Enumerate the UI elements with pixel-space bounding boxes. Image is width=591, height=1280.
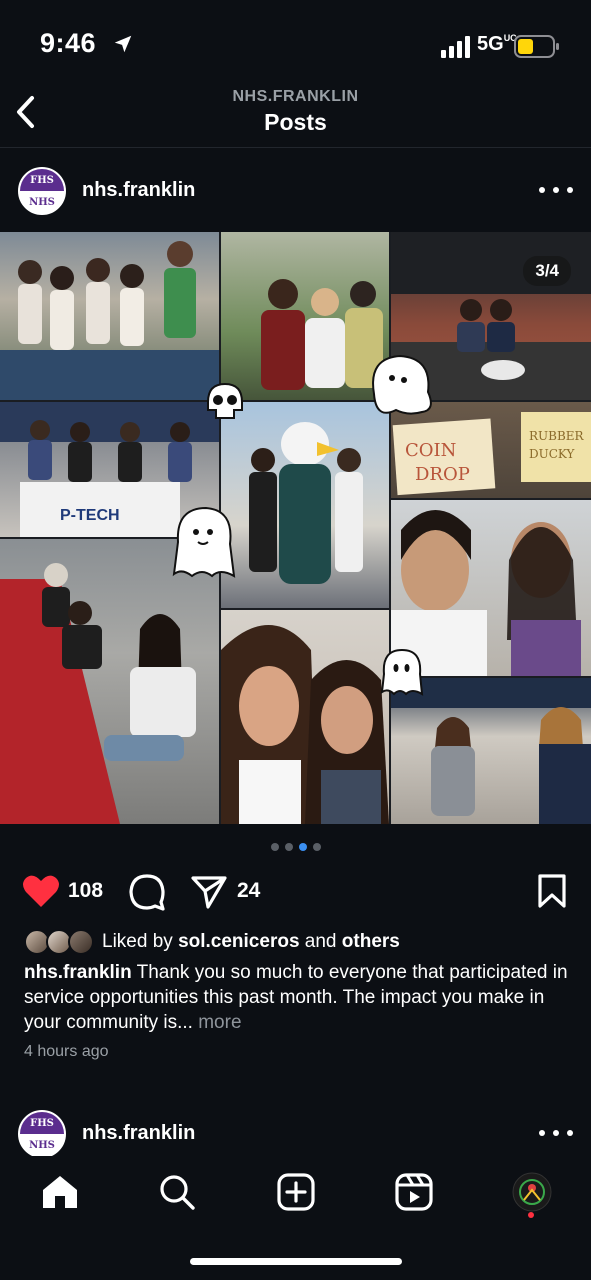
reels-icon (395, 1173, 433, 1211)
liked-by-prefix: Liked by (102, 931, 173, 952)
plus-square-icon (277, 1173, 315, 1211)
friends-selfie-illustration (221, 625, 389, 824)
page-subtitle: NHS.FRANKLIN (232, 88, 359, 105)
group-photo-illustration (0, 241, 219, 400)
svg-text:DUCKY: DUCKY (529, 447, 576, 461)
skull-sticker-icon (207, 382, 243, 419)
volunteers-photo-illustration (391, 678, 591, 824)
carousel-dot (284, 843, 293, 851)
tab-reels[interactable] (392, 1170, 436, 1214)
svg-text:P-TECH: P-TECH (60, 507, 120, 524)
search-icon (160, 1175, 195, 1210)
post-header: FHS NHS nhs.franklin (0, 160, 591, 222)
collage-photo (221, 610, 389, 824)
post-timestamp: 4 hours ago (24, 1043, 109, 1060)
status-bar: 9:46 5GUC (0, 0, 591, 90)
heart-icon[interactable] (22, 874, 60, 908)
cellular-signal-icon (441, 36, 470, 58)
ghost-sticker-icon (372, 354, 432, 415)
dot-icon (539, 1130, 545, 1136)
more-options-button[interactable] (539, 178, 573, 202)
carousel-dot-active (298, 843, 307, 851)
ghost-sticker-icon (380, 648, 424, 696)
home-icon (43, 1176, 77, 1208)
tab-search[interactable] (155, 1170, 199, 1214)
ghost-sticker-icon (172, 506, 236, 578)
tab-home[interactable] (38, 1170, 82, 1214)
tab-create[interactable] (274, 1170, 318, 1214)
svg-text:DROP: DROP (415, 464, 470, 485)
like-count[interactable]: 108 (68, 879, 103, 903)
notification-dot (528, 1212, 534, 1218)
post-actions: 108 24 (0, 868, 591, 914)
network-label: 5GUC (477, 33, 517, 56)
post-image-carousel[interactable]: 3/4 P-TECH COIN DROP RUBBER DUCKY (0, 232, 591, 824)
dot-icon (539, 187, 545, 193)
comment-icon[interactable] (128, 873, 166, 911)
home-indicator[interactable] (190, 1258, 402, 1265)
avatar-top-text: FHS (20, 1112, 64, 1134)
next-post-more-button[interactable] (539, 1121, 573, 1145)
location-arrow-icon (114, 35, 132, 53)
post-avatar[interactable]: FHS NHS (18, 167, 66, 215)
svg-text:COIN: COIN (405, 440, 456, 461)
avatar-top-text: FHS (20, 169, 64, 191)
dot-icon (567, 1130, 573, 1136)
bookmark-icon[interactable] (537, 873, 567, 909)
paper-plane-icon[interactable] (190, 874, 228, 910)
carousel-dot (312, 843, 321, 851)
carousel-dots (0, 843, 591, 851)
liker-avatar (68, 929, 94, 955)
liked-by-text: Liked by sol.ceniceros and others (102, 931, 400, 953)
page-title: Posts (264, 109, 327, 135)
slide-counter: 3/4 (523, 256, 571, 286)
avatar-bottom-text: NHS (20, 1134, 64, 1156)
status-time: 9:46 (40, 28, 97, 58)
liked-by-avatars (24, 929, 96, 955)
dot-icon (567, 187, 573, 193)
dot-icon (553, 1130, 559, 1136)
caption-username[interactable]: nhs.franklin (24, 962, 132, 983)
liked-by-others[interactable]: others (342, 931, 400, 952)
liked-by-and: and (304, 931, 337, 952)
battery-icon (514, 35, 559, 58)
dot-icon (553, 187, 559, 193)
share-count[interactable]: 24 (237, 879, 260, 903)
next-post-avatar[interactable]: FHS NHS (18, 1110, 66, 1158)
avatar-bottom-text: NHS (20, 191, 64, 213)
post-username[interactable]: nhs.franklin (82, 179, 195, 202)
liked-by-user[interactable]: sol.ceniceros (178, 931, 299, 952)
post-caption: nhs.franklin Thank you so much to everyo… (24, 960, 569, 1035)
nav-header: NHS.FRANKLIN Posts (0, 80, 591, 148)
collage-photo (0, 232, 219, 400)
collage-photo (221, 402, 389, 608)
liked-by-row[interactable]: Liked by sol.ceniceros and others (24, 928, 400, 956)
profile-avatar (512, 1172, 552, 1212)
carousel-dot (270, 843, 279, 851)
mascot-photo-illustration (249, 422, 363, 584)
caption-more-link[interactable]: more (198, 1012, 241, 1033)
next-post-username[interactable]: nhs.franklin (82, 1122, 195, 1145)
tab-profile[interactable] (510, 1170, 554, 1214)
svg-text:RUBBER: RUBBER (529, 429, 585, 443)
network-type: 5G (477, 33, 504, 55)
collage-photo (391, 678, 591, 824)
